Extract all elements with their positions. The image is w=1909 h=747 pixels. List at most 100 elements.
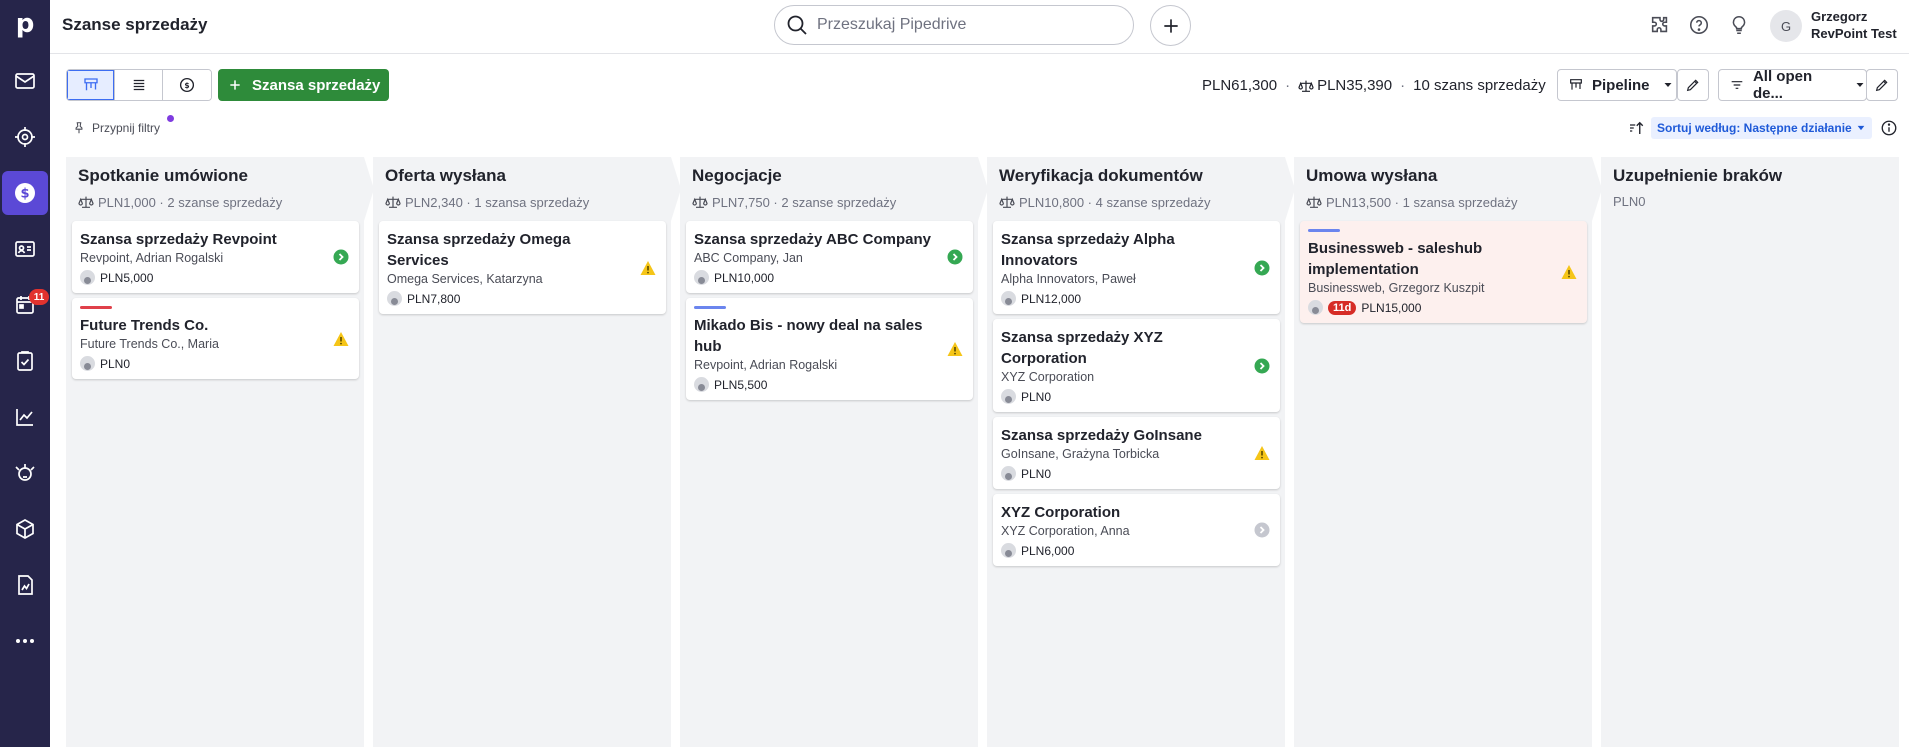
deal-card[interactable]: Szansa sprzedaży ABC Company ABC Company,… bbox=[686, 221, 973, 293]
more-icon[interactable] bbox=[2, 619, 48, 663]
warning-icon[interactable] bbox=[640, 260, 656, 276]
stage-summary: PLN7,750 · 2 szanse sprzedaży bbox=[712, 194, 897, 210]
mail-icon[interactable] bbox=[2, 59, 48, 103]
calendar-badge: 11 bbox=[29, 289, 49, 305]
stage-meta: PLN10,800 · 4 szanse sprzedaży bbox=[999, 194, 1211, 210]
deal-footer: PLN12,000 bbox=[1001, 291, 1270, 306]
stage-column: Negocjacje PLN7,750 · 2 szanse sprzedaży S… bbox=[680, 157, 988, 747]
stage-column: Umowa wysłana PLN13,500 · 1 szansa sprzed… bbox=[1294, 157, 1602, 747]
deal-card[interactable]: Szansa sprzedaży Omega Services Omega Ser… bbox=[379, 221, 666, 314]
filter-icon bbox=[1731, 81, 1743, 89]
pipeline-select[interactable]: Pipeline bbox=[1557, 69, 1677, 101]
deal-title: Businessweb - saleshub implementation bbox=[1308, 240, 1483, 278]
deals-icon[interactable]: $ bbox=[2, 171, 48, 215]
list-icon bbox=[133, 79, 144, 91]
add-deal-button[interactable]: Szansa sprzedaży bbox=[218, 69, 389, 101]
filter-label: All open de... bbox=[1752, 68, 1813, 102]
info-icon[interactable] bbox=[1880, 119, 1898, 137]
pin-filters-label: Przypnij filtry bbox=[92, 121, 161, 135]
next-activity-icon[interactable] bbox=[1254, 260, 1270, 276]
target-icon[interactable] bbox=[2, 115, 48, 159]
deal-title: Szansa sprzedaży Revpoint bbox=[80, 231, 277, 248]
stage-cards: Szansa sprzedaży Revpoint Revpoint, Adria… bbox=[72, 221, 359, 384]
pipeline-view-button[interactable] bbox=[67, 70, 115, 100]
search-box[interactable] bbox=[774, 5, 1134, 45]
deal-card[interactable]: Szansa sprzedaży Revpoint Revpoint, Adria… bbox=[72, 221, 359, 293]
stage-header[interactable]: Negocjacje PLN7,750 · 2 szanse sprzedaży bbox=[680, 157, 988, 221]
pin-filters-button[interactable]: Przypnij filtry bbox=[72, 121, 160, 135]
deal-title: Szansa sprzedaży Omega Services bbox=[387, 231, 571, 269]
warning-icon[interactable] bbox=[1561, 264, 1577, 280]
kanban-icon bbox=[1570, 79, 1582, 90]
deal-card[interactable]: Szansa sprzedaży XYZ Corporation XYZ Corp… bbox=[993, 319, 1280, 412]
label-bar bbox=[694, 306, 726, 309]
sort-direction-icon[interactable] bbox=[1627, 119, 1645, 137]
next-activity-icon[interactable] bbox=[333, 249, 349, 265]
next-activity-icon[interactable] bbox=[947, 249, 963, 265]
edit-filter-button[interactable] bbox=[1866, 69, 1898, 101]
deal-card[interactable]: XYZ Corporation XYZ Corporation, Anna PLN6… bbox=[993, 494, 1280, 566]
stage-cards: Szansa sprzedaży Omega Services Omega Ser… bbox=[379, 221, 666, 319]
list-view-button[interactable] bbox=[115, 70, 163, 100]
deal-card[interactable]: Future Trends Co. Future Trends Co., Mari… bbox=[72, 298, 359, 379]
deal-organization: XYZ Corporation, Anna bbox=[1001, 524, 1130, 538]
warning-icon[interactable] bbox=[333, 331, 349, 347]
tasks-icon[interactable] bbox=[2, 339, 48, 383]
deal-card[interactable]: Szansa sprzedaży GoInsane GoInsane, Graży… bbox=[993, 417, 1280, 489]
lightbulb-icon[interactable] bbox=[1727, 13, 1751, 37]
search-input[interactable] bbox=[817, 16, 1117, 34]
deal-card[interactable]: Szansa sprzedaży Alpha Innovators Alpha I… bbox=[993, 221, 1280, 314]
forecast-view-button[interactable]: $ bbox=[163, 70, 211, 100]
caret-down-icon bbox=[1664, 83, 1672, 87]
sort-select[interactable]: Sortuj według: Następne działanie bbox=[1651, 117, 1872, 139]
pipedrive-logo[interactable]: p bbox=[9, 8, 41, 40]
sort-label: Sortuj według: Następne działanie bbox=[1657, 121, 1852, 135]
summary-total: PLN61,300 bbox=[1202, 77, 1278, 94]
calendar-icon[interactable]: 11 bbox=[2, 283, 49, 327]
insights-icon[interactable] bbox=[2, 395, 48, 439]
user-avatar[interactable]: G bbox=[1770, 10, 1802, 42]
contacts-icon[interactable] bbox=[2, 227, 48, 271]
edit-pipeline-button[interactable] bbox=[1677, 69, 1709, 101]
deal-value: PLN6,000 bbox=[1021, 543, 1075, 558]
quick-add-button[interactable] bbox=[1150, 5, 1191, 46]
no-activity-icon[interactable] bbox=[1254, 522, 1270, 538]
next-activity-icon[interactable] bbox=[1254, 358, 1270, 374]
page-title: Szanse sprzedaży bbox=[62, 15, 208, 34]
filter-select[interactable]: All open de... bbox=[1718, 68, 1867, 102]
stage-meta: PLN1,000 · 2 szanse sprzedaży bbox=[78, 194, 282, 210]
svg-text:$: $ bbox=[184, 81, 189, 90]
owner-avatar-icon bbox=[1001, 291, 1016, 306]
warning-icon[interactable] bbox=[947, 341, 963, 357]
products-icon[interactable] bbox=[2, 507, 48, 551]
reports-icon[interactable] bbox=[2, 563, 48, 607]
stage-header[interactable]: Spotkanie umówione PLN1,000 · 2 szanse sp… bbox=[66, 157, 374, 221]
stage-header[interactable]: Umowa wysłana PLN13,500 · 1 szansa sprzed… bbox=[1294, 157, 1602, 221]
stage-name: Spotkanie umówione bbox=[78, 166, 249, 185]
top-header: Szanse sprzedaży G Grzegorz RevPoint Tes… bbox=[50, 0, 1909, 54]
stage-header[interactable]: Weryfikacja dokumentów PLN10,800 · 4 szan… bbox=[987, 157, 1295, 221]
sidebar: p $ 11 bbox=[0, 0, 50, 747]
scale-icon bbox=[692, 194, 708, 210]
pencil-icon bbox=[1875, 79, 1888, 92]
deal-organization: Businessweb, Grzegorz Kuszpit bbox=[1308, 281, 1485, 295]
stage-header[interactable]: Uzupełnienie braków PLN0 bbox=[1601, 157, 1899, 221]
help-icon[interactable] bbox=[1687, 13, 1711, 37]
marketplace-icon[interactable] bbox=[2, 451, 48, 495]
deal-organization: Omega Services, Katarzyna bbox=[387, 272, 543, 286]
warning-icon[interactable] bbox=[1254, 445, 1270, 461]
owner-avatar-icon bbox=[1001, 543, 1016, 558]
deal-footer: PLN6,000 bbox=[1001, 543, 1270, 558]
stage-header[interactable]: Oferta wysłana PLN2,340 · 1 szansa sprzed… bbox=[373, 157, 681, 221]
deal-organization: ABC Company, Jan bbox=[694, 251, 803, 265]
plus-icon bbox=[230, 80, 240, 90]
pencil-icon bbox=[1686, 79, 1699, 92]
stage-column: Spotkanie umówione PLN1,000 · 2 szanse sp… bbox=[66, 157, 374, 747]
stage-name: Uzupełnienie braków bbox=[1613, 166, 1783, 185]
extensions-icon[interactable] bbox=[1648, 13, 1672, 37]
deal-card[interactable]: Businessweb - saleshub implementation Bus… bbox=[1300, 221, 1587, 323]
user-menu[interactable]: Grzegorz RevPoint Test bbox=[1811, 8, 1897, 42]
deal-card[interactable]: Mikado Bis - nowy deal na sales hub Revpo… bbox=[686, 298, 973, 400]
deal-value: PLN10,000 bbox=[714, 270, 775, 285]
deal-footer: PLN10,000 bbox=[694, 270, 963, 285]
